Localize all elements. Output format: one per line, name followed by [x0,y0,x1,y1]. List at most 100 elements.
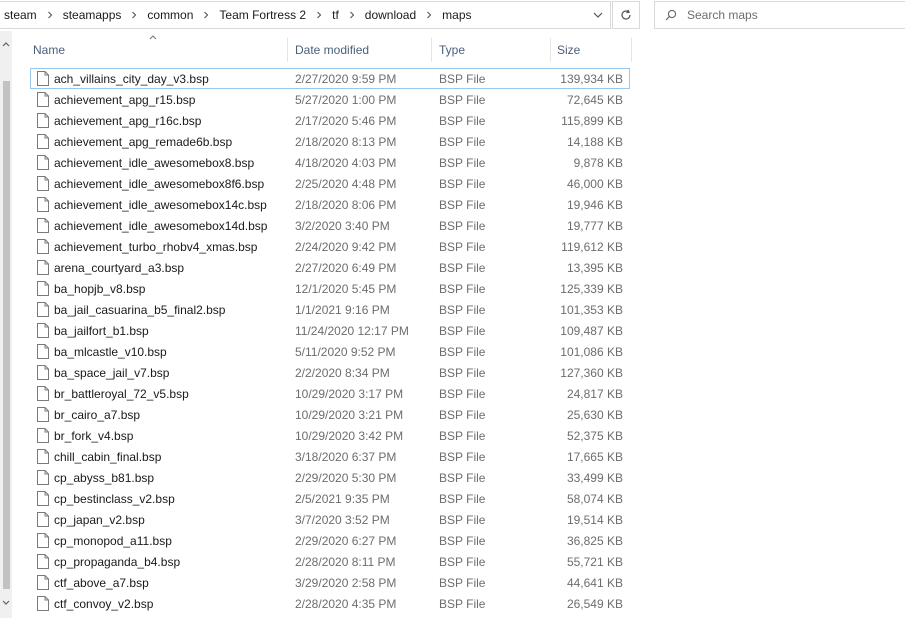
file-row[interactable]: ba_space_jail_v7.bsp 2/2/2020 8:34 PM BSP … [30,362,630,383]
file-list: ach_villains_city_day_v3.bsp 2/27/2020 9:… [30,68,630,614]
search-box[interactable] [654,1,905,29]
file-row[interactable]: achievement_apg_remade6b.bsp 2/18/2020 8:… [30,131,630,152]
file-name: ba_space_jail_v7.bsp [54,365,170,380]
file-name: cp_bestinclass_v2.bsp [54,491,175,506]
file-date-modified: 2/2/2020 8:34 PM [295,365,390,380]
file-type: BSP File [439,281,486,296]
chevron-right-icon[interactable] [126,7,142,23]
file-row[interactable]: cp_bestinclass_v2.bsp 2/5/2021 9:35 PM BSP… [30,488,630,509]
column-header-type[interactable]: Type [432,38,551,62]
file-row[interactable]: cp_propaganda_b4.bsp 2/28/2020 8:11 PM BSP… [30,551,630,572]
chevron-right-icon[interactable] [311,7,327,23]
chevron-down-icon[interactable] [586,2,610,28]
file-size: 36,825 KB [566,533,623,548]
file-row[interactable]: achievement_idle_awesomebox8.bsp 4/18/202… [30,152,630,173]
file-row[interactable]: cp_monopod_a11.bsp 2/29/2020 6:27 PM BSP F… [30,530,630,551]
file-size: 109,487 KB [560,323,623,338]
file-row[interactable]: achievement_apg_r15.bsp 5/27/2020 1:00 PM… [30,89,630,110]
scrollbar-thumb[interactable] [3,81,10,589]
file-row[interactable]: achievement_idle_awesomebox14d.bsp 3/2/20… [30,215,630,236]
document-icon [36,554,50,570]
breadcrumb-item[interactable]: maps [440,8,473,22]
file-row[interactable]: ctf_above_a7.bsp 3/29/2020 2:58 PM BSP Fil… [30,572,630,593]
file-type: BSP File [439,218,486,233]
document-icon [36,449,50,465]
file-name: achievement_idle_awesomebox8f6.bsp [54,176,265,191]
file-type: BSP File [439,344,486,359]
scroll-down-icon[interactable] [0,597,12,607]
file-row[interactable]: ctf_convoy_v2.bsp 2/28/2020 4:35 PM BSP Fi… [30,593,630,614]
file-row[interactable]: arena_courtyard_a3.bsp 2/27/2020 6:49 PM B… [30,257,630,278]
file-type: BSP File [439,71,486,86]
file-date-modified: 3/7/2020 3:52 PM [295,512,390,527]
chevron-right-icon[interactable] [198,7,214,23]
file-row[interactable]: ach_villains_city_day_v3.bsp 2/27/2020 9:… [30,68,630,89]
file-type: BSP File [439,134,486,149]
file-date-modified: 2/27/2020 6:49 PM [295,260,397,275]
document-icon [36,218,50,234]
file-type: BSP File [439,386,486,401]
file-row[interactable]: cp_abyss_b81.bsp 2/29/2020 5:30 PM BSP Fil… [30,467,630,488]
document-icon [36,302,50,318]
file-date-modified: 10/29/2020 3:17 PM [295,386,404,401]
file-date-modified: 12/1/2020 5:45 PM [295,281,397,296]
file-type: BSP File [439,449,486,464]
chevron-right-icon[interactable] [42,7,58,23]
column-header-label: Size [557,43,581,57]
column-header-name[interactable]: Name [26,34,288,62]
document-icon [36,323,50,339]
file-row[interactable]: cp_japan_v2.bsp 3/7/2020 3:52 PM BSP File 1… [30,509,630,530]
search-icon [655,2,687,28]
chevron-right-icon[interactable] [344,7,360,23]
file-date-modified: 5/27/2020 1:00 PM [295,92,397,107]
file-row[interactable]: achievement_apg_r16c.bsp 2/17/2020 5:46 P… [30,110,630,131]
breadcrumb-item[interactable]: Team Fortress 2 [217,8,308,22]
file-size: 25,630 KB [566,407,623,422]
file-row[interactable]: br_fork_v4.bsp 10/29/2020 3:42 PM BSP File… [30,425,630,446]
column-header-size[interactable]: Size [551,38,632,62]
search-input[interactable] [687,8,887,22]
column-header-date-modified[interactable]: Date modified [288,38,432,62]
document-icon [36,470,50,486]
file-name: cp_japan_v2.bsp [54,512,145,527]
file-size: 55,721 KB [566,554,623,569]
file-row[interactable]: chill_cabin_final.bsp 3/18/2020 6:37 PM BS… [30,446,630,467]
file-date-modified: 2/28/2020 4:35 PM [295,596,397,611]
document-icon [36,344,50,360]
breadcrumb-item[interactable]: common [145,8,195,22]
breadcrumb-item[interactable]: download [363,8,418,22]
file-name: achievement_apg_r16c.bsp [54,113,202,128]
file-size: 125,339 KB [560,281,623,296]
file-name: ba_hopjb_v8.bsp [54,281,146,296]
address-bar[interactable]: steam steamapps common Team Fortress 2 tf dow… [0,1,611,29]
file-size: 19,514 KB [566,512,623,527]
file-name: ach_villains_city_day_v3.bsp [54,71,209,86]
file-row[interactable]: ba_jailfort_b1.bsp 11/24/2020 12:17 PM BSP… [30,320,630,341]
document-icon [36,134,50,150]
breadcrumb-item[interactable]: steam [2,8,39,22]
refresh-button[interactable] [612,1,640,29]
breadcrumb-item[interactable]: steamapps [61,8,124,22]
document-icon [36,260,50,276]
file-date-modified: 5/11/2020 9:52 PM [295,344,396,359]
file-row[interactable]: achievement_idle_awesomebox8f6.bsp 2/25/2… [30,173,630,194]
file-date-modified: 3/18/2020 6:37 PM [295,449,397,464]
file-size: 24,817 KB [566,386,623,401]
chevron-right-icon[interactable] [421,7,437,23]
file-row[interactable]: ba_jail_casuarina_b5_final2.bsp 1/1/2021 … [30,299,630,320]
scroll-up-icon[interactable] [0,39,12,49]
file-size: 19,777 KB [566,218,623,233]
file-row[interactable]: ba_hopjb_v8.bsp 12/1/2020 5:45 PM BSP File… [30,278,630,299]
breadcrumb-item[interactable]: tf [330,8,341,22]
file-row[interactable]: achievement_idle_awesomebox14c.bsp 2/18/2… [30,194,630,215]
file-size: 52,375 KB [566,428,623,443]
file-name: ctf_convoy_v2.bsp [54,596,154,611]
file-row[interactable]: br_battleroyal_72_v5.bsp 10/29/2020 3:17 … [30,383,630,404]
vertical-scrollbar[interactable] [0,31,12,618]
file-row[interactable]: ba_mlcastle_v10.bsp 5/11/2020 9:52 PM BSP … [30,341,630,362]
file-date-modified: 2/29/2020 5:30 PM [295,470,397,485]
file-row[interactable]: br_cairo_a7.bsp 10/29/2020 3:21 PM BSP Fil… [30,404,630,425]
file-type: BSP File [439,407,486,422]
file-row[interactable]: achievement_turbo_rhobv4_xmas.bsp 2/24/20… [30,236,630,257]
document-icon [36,575,50,591]
